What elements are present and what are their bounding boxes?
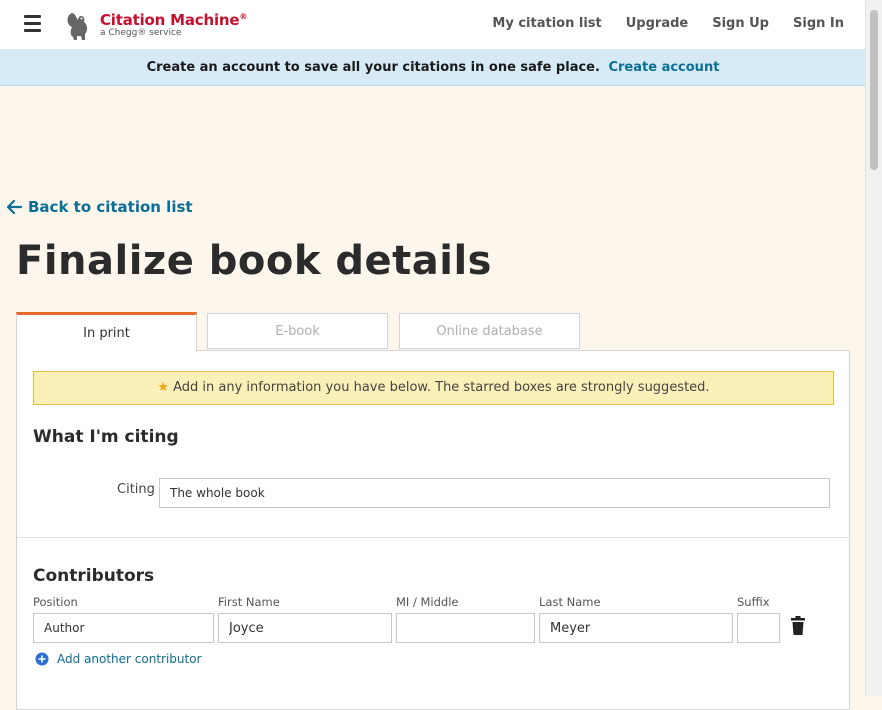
tab-e-book[interactable]: E-book [207, 313, 388, 349]
account-banner: Create an account to save all your citat… [0, 50, 866, 86]
form-panel: ★ Add in any information you have below. … [16, 350, 850, 710]
back-link-label: Back to citation list [28, 198, 193, 216]
top-header: Citation Machine® a Chegg® service My ci… [0, 0, 866, 50]
last-name-input[interactable] [539, 613, 733, 643]
page-title: Finalize book details [16, 238, 492, 284]
nav-sign-in[interactable]: Sign In [793, 16, 844, 31]
tab-online-database[interactable]: Online database [399, 313, 580, 349]
last-name-column-label: Last Name [539, 595, 601, 609]
scrollbar-thumb[interactable] [870, 10, 878, 170]
nav-my-citation-list[interactable]: My citation list [492, 16, 601, 31]
page-scrollbar[interactable] [865, 0, 882, 696]
citing-label: Citing [117, 482, 155, 497]
suffix-input[interactable] [737, 613, 780, 643]
nav-sign-up[interactable]: Sign Up [712, 16, 769, 31]
middle-column-label: MI / Middle [396, 595, 459, 609]
squirrel-logo-icon [67, 13, 88, 40]
notice-text: Add in any information you have below. T… [173, 380, 710, 395]
top-nav: My citation list Upgrade Sign Up Sign In [492, 16, 844, 31]
trash-icon[interactable] [790, 616, 806, 636]
position-select[interactable] [33, 613, 214, 643]
first-name-column-label: First Name [218, 595, 280, 609]
middle-name-input[interactable] [396, 613, 535, 643]
create-account-link[interactable]: Create account [608, 60, 719, 75]
banner-text: Create an account to save all your citat… [146, 60, 600, 75]
first-name-input[interactable] [218, 613, 392, 643]
citation-machine-logo[interactable]: Citation Machine® a Chegg® service [64, 9, 264, 43]
plus-circle-icon [35, 652, 49, 666]
back-to-citation-list-link[interactable]: Back to citation list [6, 198, 193, 216]
contributors-heading: Contributors [33, 566, 155, 586]
citing-input[interactable] [159, 478, 830, 508]
suggestion-notice: ★ Add in any information you have below. … [33, 371, 834, 405]
nav-upgrade[interactable]: Upgrade [626, 16, 688, 31]
suffix-column-label: Suffix [737, 595, 770, 609]
star-icon: ★ [157, 380, 170, 395]
position-column-label: Position [33, 595, 78, 609]
arrow-left-icon [6, 199, 22, 215]
tab-in-print[interactable]: In print [16, 312, 197, 352]
brand-name: Citation Machine® [100, 11, 248, 29]
hamburger-icon[interactable] [24, 15, 41, 32]
what-im-citing-heading: What I'm citing [33, 427, 179, 447]
section-divider [17, 537, 849, 538]
add-another-contributor-button[interactable]: Add another contributor [35, 652, 202, 666]
brand-subtitle: a Chegg® service [100, 28, 182, 38]
add-contributor-label: Add another contributor [57, 652, 202, 666]
